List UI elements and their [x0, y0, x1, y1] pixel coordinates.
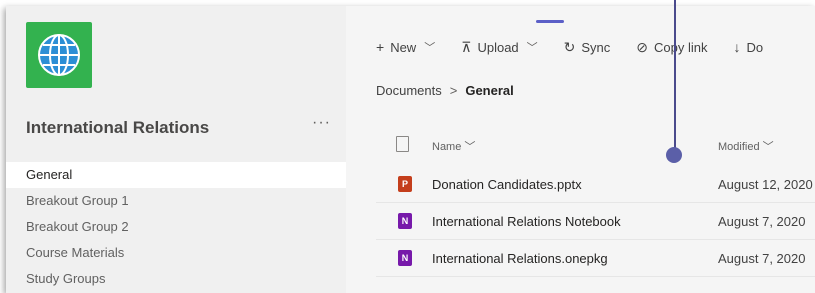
sync-icon: ↻: [563, 38, 576, 55]
upload-icon: ⊼: [461, 38, 472, 55]
channel-study-groups[interactable]: Study Groups: [6, 266, 346, 292]
file-type-icon: [396, 136, 409, 152]
column-name-label: Name: [432, 141, 462, 153]
file-row[interactable]: N International Relations.onepkg August …: [376, 240, 815, 277]
channel-breakout-group-1[interactable]: Breakout Group 1: [6, 188, 346, 214]
file-list-header: Name ﹀ Modified ﹀: [376, 136, 815, 156]
sync-button[interactable]: ↻ Sync: [564, 39, 611, 56]
new-button[interactable]: + New ﹀: [376, 39, 435, 55]
file-row[interactable]: N International Relations Notebook Augus…: [376, 203, 815, 240]
file-row[interactable]: P Donation Candidates.pptx August 12, 20…: [376, 166, 815, 203]
column-name[interactable]: Name ﹀: [432, 138, 475, 154]
onenote-icon: N: [398, 250, 412, 266]
file-name[interactable]: International Relations.onepkg: [432, 251, 608, 266]
chevron-down-icon: ﹀: [526, 42, 538, 54]
teams-files-window: International Relations ··· General Brea…: [6, 6, 815, 293]
channel-course-materials[interactable]: Course Materials: [6, 240, 346, 266]
copy-link-button[interactable]: ⊘ Copy link: [636, 39, 707, 56]
onenote-icon: N: [398, 213, 412, 229]
upload-label: Upload: [477, 39, 519, 55]
copy-link-label: Copy link: [654, 39, 708, 55]
powerpoint-icon: P: [398, 176, 412, 192]
active-tab-indicator: [536, 20, 564, 23]
download-button[interactable]: ↓ Do: [734, 39, 764, 55]
file-modified: August 12, 2020: [718, 177, 813, 192]
upload-button[interactable]: ⊼ Upload ﹀: [461, 39, 537, 56]
download-icon: ↓: [733, 39, 741, 55]
breadcrumb-documents[interactable]: Documents: [376, 83, 442, 98]
callout-pointer-dot: [666, 147, 682, 163]
breadcrumb-general: General: [465, 83, 514, 98]
column-modified-label: Modified: [718, 141, 760, 153]
team-logo-globe-icon[interactable]: [26, 22, 92, 88]
file-modified: August 7, 2020: [718, 214, 806, 229]
chevron-down-icon: ﹀: [424, 42, 436, 54]
channel-list: General Breakout Group 1 Breakout Group …: [6, 162, 346, 292]
file-name[interactable]: International Relations Notebook: [432, 214, 621, 229]
file-name[interactable]: Donation Candidates.pptx: [432, 177, 582, 192]
plus-icon: +: [376, 39, 385, 55]
callout-pointer-line: [674, 0, 676, 152]
files-pane: + New ﹀ ⊼ Upload ﹀ ↻ Sync ⊘ Copy link ↓ …: [346, 6, 815, 293]
team-name: International Relations: [26, 118, 210, 137]
chevron-right-icon: >: [449, 83, 458, 98]
file-list: P Donation Candidates.pptx August 12, 20…: [376, 166, 815, 277]
breadcrumb: Documents > General: [376, 83, 514, 98]
command-bar: + New ﹀ ⊼ Upload ﹀ ↻ Sync ⊘ Copy link ↓ …: [376, 36, 789, 58]
channel-general[interactable]: General: [6, 162, 346, 188]
link-icon: ⊘: [636, 38, 649, 55]
column-modified[interactable]: Modified ﹀: [718, 138, 774, 154]
sync-label: Sync: [581, 39, 611, 55]
sidebar: International Relations ··· General Brea…: [6, 6, 346, 293]
download-label: Do: [746, 39, 764, 55]
channel-breakout-group-2[interactable]: Breakout Group 2: [6, 214, 346, 240]
file-modified: August 7, 2020: [718, 251, 806, 266]
more-options-icon[interactable]: ···: [312, 114, 331, 132]
new-label: New: [390, 39, 417, 55]
